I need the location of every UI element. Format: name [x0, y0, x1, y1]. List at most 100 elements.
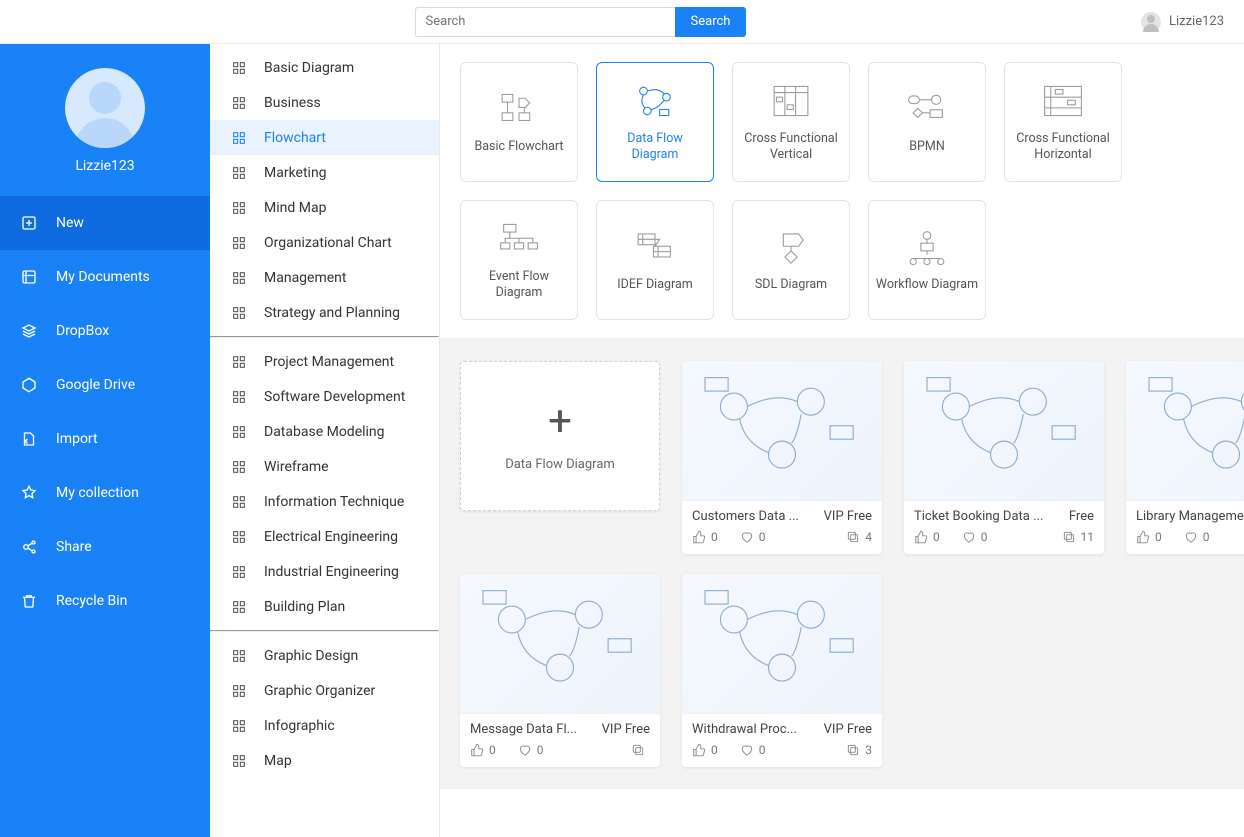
subtype-workflow-diagram[interactable]: Workflow Diagram — [868, 200, 986, 320]
category-information-technique[interactable]: Information Technique — [210, 484, 439, 519]
copies[interactable] — [631, 743, 650, 757]
favorites[interactable]: 0 — [1184, 530, 1210, 544]
top-bar: Search Lizzie123 — [0, 0, 1244, 44]
subtype-label: SDL Diagram — [755, 277, 827, 293]
subtype-label: BPMN — [909, 139, 945, 155]
template-thumbnail — [460, 574, 660, 714]
category-icon — [230, 388, 248, 406]
likes[interactable]: 0 — [692, 530, 718, 544]
category-flowchart[interactable]: Flowchart — [210, 120, 439, 155]
category-label: Marketing — [264, 165, 327, 181]
template-card[interactable]: Withdrawal Proc...VIP Free003 — [682, 574, 882, 767]
template-thumbnail — [1126, 361, 1244, 501]
category-label: Infographic — [264, 718, 335, 734]
likes[interactable]: 0 — [1136, 530, 1162, 544]
category-icon — [230, 94, 248, 112]
template-card[interactable]: Message Data Fl...VIP Free00 — [460, 574, 660, 767]
sidebar-item-dropbox[interactable]: DropBox — [0, 304, 210, 358]
favorites[interactable]: 0 — [740, 530, 766, 544]
subtype-basic-flowchart[interactable]: Basic Flowchart — [460, 62, 578, 182]
sidebar-item-recycle-bin[interactable]: Recycle Bin — [0, 574, 210, 628]
category-label: Business — [264, 95, 321, 111]
subtype-icon — [768, 227, 814, 267]
sidebar-item-share[interactable]: Share — [0, 520, 210, 574]
main-area: Basic Flowchart Data Flow Diagram Cross Fu… — [440, 44, 1244, 837]
subtype-sdl-diagram[interactable]: SDL Diagram — [732, 200, 850, 320]
category-organizational-chart[interactable]: Organizational Chart — [210, 225, 439, 260]
likes[interactable]: 0 — [470, 743, 496, 757]
sidebar-item-my-collection[interactable]: My collection — [0, 466, 210, 520]
category-label: Graphic Design — [264, 648, 358, 664]
subtype-cross-functional-horizontal[interactable]: Cross Functional Horizontal — [1004, 62, 1122, 182]
nav-icon — [20, 322, 38, 340]
copies[interactable]: 4 — [846, 530, 872, 544]
sidebar-item-import[interactable]: Import — [0, 412, 210, 466]
category-strategy-and-planning[interactable]: Strategy and Planning — [210, 295, 439, 330]
sidebar-item-google-drive[interactable]: Google Drive — [0, 358, 210, 412]
search-button[interactable]: Search — [675, 7, 747, 37]
profile-avatar[interactable] — [65, 68, 145, 148]
nav-label: My Documents — [56, 269, 150, 285]
subtype-data-flow-diagram[interactable]: Data Flow Diagram — [596, 62, 714, 182]
sidebar-item-my-documents[interactable]: My Documents — [0, 250, 210, 304]
category-icon — [230, 59, 248, 77]
subtype-cross-functional-vertical[interactable]: Cross Functional Vertical — [732, 62, 850, 182]
template-card[interactable]: Library Management...Free004 — [1126, 361, 1244, 554]
template-price: VIP Free — [824, 722, 872, 737]
category-industrial-engineering[interactable]: Industrial Engineering — [210, 554, 439, 589]
subtype-label: Cross Functional Horizontal — [1011, 131, 1115, 164]
nav-label: Share — [56, 539, 92, 555]
likes[interactable]: 0 — [914, 530, 940, 544]
template-card[interactable]: Customers Data ...VIP Free004 — [682, 361, 882, 554]
category-mind-map[interactable]: Mind Map — [210, 190, 439, 225]
template-price: VIP Free — [824, 509, 872, 524]
category-software-development[interactable]: Software Development — [210, 379, 439, 414]
template-title: Library Management... — [1136, 509, 1244, 524]
category-management[interactable]: Management — [210, 260, 439, 295]
nav-icon — [20, 538, 38, 556]
category-project-management[interactable]: Project Management — [210, 344, 439, 379]
subtype-icon — [1040, 81, 1086, 121]
category-label: Graphic Organizer — [264, 683, 375, 699]
subtype-icon — [768, 81, 814, 121]
category-electrical-engineering[interactable]: Electrical Engineering — [210, 519, 439, 554]
blank-label: Data Flow Diagram — [505, 457, 615, 472]
template-card[interactable]: Ticket Booking Data ...Free0011 — [904, 361, 1104, 554]
subtype-icon — [904, 227, 950, 267]
category-business[interactable]: Business — [210, 85, 439, 120]
subtype-event-flow-diagram[interactable]: Event Flow Diagram — [460, 200, 578, 320]
category-marketing[interactable]: Marketing — [210, 155, 439, 190]
template-thumbnail — [682, 361, 882, 501]
favorites[interactable]: 0 — [962, 530, 988, 544]
sidebar-item-new[interactable]: New — [0, 196, 210, 250]
category-label: Basic Diagram — [264, 60, 354, 76]
category-graphic-organizer[interactable]: Graphic Organizer — [210, 673, 439, 708]
favorites[interactable]: 0 — [518, 743, 544, 757]
category-icon — [230, 199, 248, 217]
search-input[interactable] — [415, 7, 675, 37]
category-label: Project Management — [264, 354, 394, 370]
category-label: Information Technique — [264, 494, 404, 510]
subtype-icon — [632, 81, 678, 121]
app-logo: edraw max — [0, 0, 142, 44]
category-infographic[interactable]: Infographic — [210, 708, 439, 743]
category-basic-diagram[interactable]: Basic Diagram — [210, 50, 439, 85]
category-graphic-design[interactable]: Graphic Design — [210, 638, 439, 673]
subtype-bpmn[interactable]: BPMN — [868, 62, 986, 182]
blank-template[interactable]: +Data Flow Diagram — [460, 361, 660, 511]
category-building-plan[interactable]: Building Plan — [210, 589, 439, 624]
category-wireframe[interactable]: Wireframe — [210, 449, 439, 484]
subtype-label: Data Flow Diagram — [603, 131, 707, 164]
category-map[interactable]: Map — [210, 743, 439, 778]
user-menu[interactable]: Lizzie123 — [1141, 12, 1224, 32]
nav-label: Import — [56, 431, 98, 447]
avatar-icon — [1141, 12, 1161, 32]
favorites[interactable]: 0 — [740, 743, 766, 757]
subtype-idef-diagram[interactable]: IDEF Diagram — [596, 200, 714, 320]
copies[interactable]: 3 — [846, 743, 872, 757]
copies[interactable]: 11 — [1062, 530, 1095, 544]
category-icon — [230, 682, 248, 700]
subtype-label: Cross Functional Vertical — [739, 131, 843, 164]
category-database-modeling[interactable]: Database Modeling — [210, 414, 439, 449]
likes[interactable]: 0 — [692, 743, 718, 757]
